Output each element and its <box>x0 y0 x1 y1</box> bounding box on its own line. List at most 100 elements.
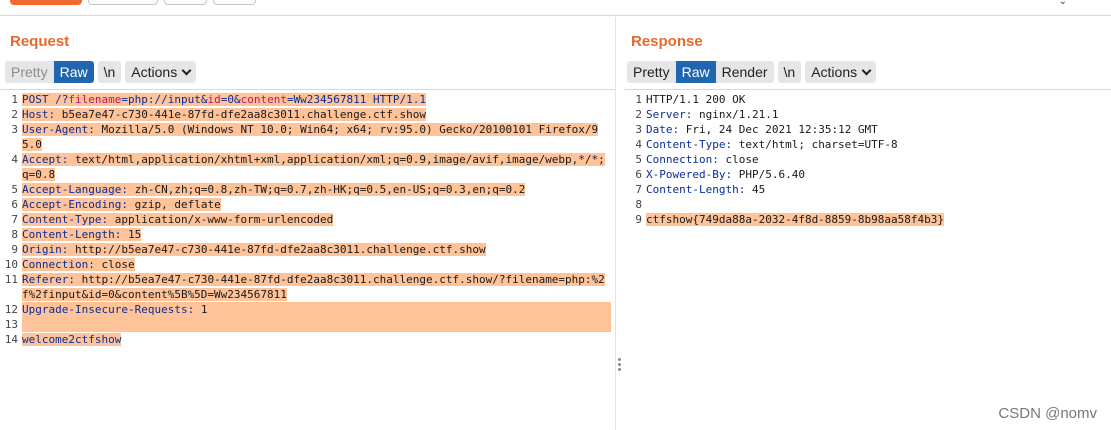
code-token: Connection: <box>646 153 726 166</box>
request-line: 3 User-Agent: Mozilla/5.0 (Windows NT 10.… <box>0 122 615 152</box>
response-view-tabs: Pretty Raw Render \n Actions <box>627 61 877 83</box>
code-token: HTTP/1.1 <box>366 93 427 106</box>
line-content: Accept-Encoding: gzip, deflate <box>22 197 611 212</box>
response-line: 5 Connection: close <box>624 152 1111 167</box>
line-number: 11 <box>4 273 18 286</box>
line-number: 8 <box>635 198 642 211</box>
request-view-toggle: Pretty Raw <box>5 61 94 83</box>
selection-highlight: ctfshow{749da88a-2032-4f8d-8859-8b98aa58… <box>646 213 945 226</box>
tab-pretty[interactable]: Pretty <box>627 61 676 83</box>
line-content: Accept: text/html,application/xhtml+xml,… <box>22 152 611 182</box>
tab-raw[interactable]: Raw <box>675 61 716 83</box>
selection-highlight: Accept: text/html,application/xhtml+xml,… <box>22 153 605 181</box>
actions-button[interactable]: Actions <box>125 61 197 83</box>
code-token: zh-CN,zh;q=0.8,zh-TW;q=0.7,zh-HK;q=0.5,e… <box>134 183 526 196</box>
request-line: 8 Content-Length: 15 <box>0 227 615 242</box>
watermark: CSDN @nomv <box>998 405 1097 422</box>
request-line: 2 Host: b5ea7e47-c730-441e-87fd-dfe2aa8c3… <box>0 107 615 122</box>
line-content <box>22 317 611 332</box>
code-token: 0 <box>227 93 234 106</box>
code-token: welcome2ctfshow <box>22 333 122 346</box>
code-token: Accept-Language: <box>22 183 135 196</box>
code-token: close <box>725 153 759 166</box>
tab-pretty[interactable]: Pretty <box>5 61 54 83</box>
line-number: 6 <box>11 198 18 211</box>
code-token: X-Powered-By: <box>646 168 739 181</box>
selection-highlight: Referer: http://b5ea7e47-c730-441e-87fd-… <box>22 273 605 301</box>
line-number: 3 <box>11 123 18 136</box>
line-number: 7 <box>11 213 18 226</box>
code-token: & <box>233 93 241 106</box>
selection-highlight: Accept-Encoding: gzip, deflate <box>22 198 221 211</box>
tab-render[interactable]: Render <box>716 61 774 83</box>
code-token: nginx/1.21.1 <box>698 108 779 121</box>
line-number: 10 <box>4 258 18 271</box>
line-number: 1 <box>11 93 18 106</box>
response-line: 1 HTTP/1.1 200 OK <box>624 92 1111 107</box>
line-number: 4 <box>635 138 642 151</box>
code-token: php://input <box>127 93 201 106</box>
code-token: Fri, 24 Dec 2021 12:35:12 GMT <box>685 123 878 136</box>
line-number: 1 <box>635 93 642 106</box>
code-token: Ww234567811 <box>293 93 367 106</box>
line-number: 14 <box>4 333 18 346</box>
response-line: 2 Server: nginx/1.21.1 <box>624 107 1111 122</box>
code-token: PHP/5.6.40 <box>738 168 805 181</box>
newline-toggle-button[interactable]: \n <box>97 61 122 83</box>
request-line: 14 welcome2ctfshow <box>0 332 615 347</box>
selection-highlight: Host: b5ea7e47-c730-441e-87fd-dfe2aa8c30… <box>22 108 426 121</box>
code-token: POST /? <box>22 93 69 106</box>
selection-highlight: Accept-Language: zh-CN,zh;q=0.8,zh-TW;q=… <box>22 183 526 196</box>
request-line: 4 Accept: text/html,application/xhtml+xml… <box>0 152 615 182</box>
selection-highlight: welcome2ctfshow <box>22 333 122 346</box>
selection-highlight: Connection: close <box>22 258 135 271</box>
line-number: 5 <box>11 183 18 196</box>
code-token: 15 <box>127 228 142 241</box>
code-token: Referer: <box>22 273 82 286</box>
response-view-toggle: Pretty Raw Render <box>627 61 774 83</box>
code-token: gzip, deflate <box>134 198 221 211</box>
send-button[interactable] <box>10 0 82 5</box>
drag-handle-icon[interactable] <box>618 358 621 373</box>
tab-raw[interactable]: Raw <box>53 61 94 83</box>
code-token: Upgrade-Insecure-Requests: <box>22 303 201 316</box>
actions-label: Actions <box>131 64 178 80</box>
line-number: 6 <box>635 168 642 181</box>
line-number: 5 <box>635 153 642 166</box>
code-token: Date: <box>646 123 686 136</box>
history-back-button[interactable] <box>164 0 207 5</box>
code-token: 1 <box>200 303 208 316</box>
code-token: Connection: <box>22 258 102 271</box>
line-content: Content-Type: text/html; charset=UTF-8 <box>646 137 1111 152</box>
line-content: Accept-Language: zh-CN,zh;q=0.8,zh-TW;q=… <box>22 182 611 197</box>
selection-highlight: Content-Type: application/x-www-form-url… <box>22 213 334 226</box>
actions-button[interactable]: Actions <box>805 61 877 83</box>
response-line: 4 Content-Type: text/html; charset=UTF-8 <box>624 137 1111 152</box>
code-token: Host: <box>22 108 62 121</box>
code-token: Accept: <box>22 153 75 166</box>
actions-label: Actions <box>811 64 858 80</box>
code-token: text/html,application/xhtml+xml,applicat… <box>22 153 605 181</box>
code-token: HTTP/1.1 200 OK <box>646 93 746 106</box>
line-number: 9 <box>11 243 18 256</box>
line-number: 7 <box>635 183 642 196</box>
history-forward-button[interactable] <box>213 0 256 5</box>
line-content: Connection: close <box>646 152 1111 167</box>
code-token: application/x-www-form-urlencoded <box>114 213 334 226</box>
request-line: 6 Accept-Encoding: gzip, deflate <box>0 197 615 212</box>
chevron-down-icon[interactable]: ⌄ <box>1059 0 1067 7</box>
cancel-button[interactable] <box>88 0 158 5</box>
response-title: Response <box>631 33 703 50</box>
response-line: 9 ctfshow{749da88a-2032-4f8d-8859-8b98aa5… <box>624 212 1111 227</box>
code-token: User-Agent: <box>22 123 102 136</box>
code-token: = <box>286 93 294 106</box>
request-title: Request <box>10 33 70 50</box>
request-editor[interactable]: 1 POST /?filename=php://input&id=0&conten… <box>0 89 615 430</box>
line-content: Origin: http://b5ea7e47-c730-441e-87fd-d… <box>22 242 611 257</box>
code-token: Content-Type: <box>22 213 115 226</box>
code-token: Mozilla/5.0 (Windows NT 10.0; Win64; x64… <box>22 123 599 151</box>
line-content: Content-Type: application/x-www-form-url… <box>22 212 611 227</box>
response-editor[interactable]: 1 HTTP/1.1 200 OK 2 Server: nginx/1.21.1 3 Da… <box>624 89 1111 430</box>
newline-toggle-button[interactable]: \n <box>777 61 802 83</box>
request-line: 12 Upgrade-Insecure-Requests: 1 <box>0 302 615 317</box>
